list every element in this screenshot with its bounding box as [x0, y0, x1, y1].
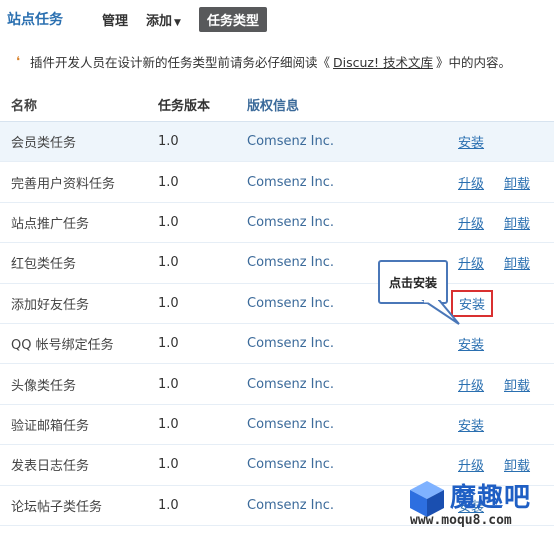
page-title: 站点任务	[7, 12, 63, 28]
table-row: 添加好友任务 1.0 Comsenz Inc. 安装	[0, 284, 554, 324]
task-copyright: Comsenz Inc.	[247, 457, 335, 473]
task-version: 1.0	[158, 376, 179, 392]
task-actions: 安装	[458, 334, 554, 353]
install-button[interactable]: 安装	[458, 415, 504, 434]
callout-text: 点击安装	[388, 275, 437, 290]
task-actions: 安装	[451, 289, 554, 317]
task-version: 1.0	[158, 336, 179, 352]
task-actions: 升级 卸载	[458, 455, 554, 474]
task-version: 1.0	[158, 416, 179, 432]
col-copyright: 版权信息	[247, 99, 300, 114]
task-name: 发表日志任务	[11, 459, 90, 475]
task-name: 论坛帖子类任务	[11, 499, 103, 515]
hint-icon: ❛	[16, 54, 20, 68]
table-row: QQ 帐号绑定任务 1.0 Comsenz Inc. 安装	[0, 324, 554, 365]
task-name: 头像类任务	[11, 378, 77, 394]
table-row: 红包类任务 1.0 Comsenz Inc. 升级 卸载	[0, 243, 554, 284]
task-version: 1.0	[158, 214, 179, 230]
task-name: 验证邮箱任务	[11, 418, 90, 434]
callout-bubble: 点击安装	[378, 260, 448, 304]
install-button[interactable]: 安装	[451, 289, 504, 317]
task-actions: 安装	[458, 415, 554, 434]
task-version: 1.0	[158, 134, 179, 150]
task-name: 会员类任务	[11, 136, 77, 152]
table-row: 会员类任务 1.0 Comsenz Inc. 安装	[0, 122, 554, 163]
task-copyright: Comsenz Inc.	[247, 376, 335, 392]
table-body: 会员类任务 1.0 Comsenz Inc. 安装 完善用户资料任务 1.0 Comsenz…	[0, 122, 554, 526]
nav-manage[interactable]: 管理	[102, 10, 128, 29]
tip-suffix: 》中的内容。	[435, 54, 511, 70]
task-version: 1.0	[158, 457, 179, 473]
task-name: 完善用户资料任务	[11, 176, 116, 192]
task-version: 1.0	[158, 255, 179, 271]
nav-add[interactable]: 添加 ▼	[146, 10, 181, 29]
upgrade-button[interactable]: 升级	[458, 213, 504, 232]
table-row: 站点推广任务 1.0 Comsenz Inc. 升级 卸载	[0, 203, 554, 244]
uninstall-button[interactable]: 卸载	[504, 253, 530, 272]
task-actions: 升级 卸载	[458, 253, 554, 272]
task-type-table: 名称 任务版本 版权信息 会员类任务 1.0 Comsenz Inc. 安装 完善用户资…	[0, 88, 554, 526]
task-version: 1.0	[158, 295, 179, 311]
task-copyright: Comsenz Inc.	[247, 174, 335, 190]
col-name: 名称	[11, 99, 38, 114]
task-name: 红包类任务	[11, 257, 77, 273]
col-version: 任务版本	[158, 99, 211, 114]
task-copyright: Comsenz Inc.	[247, 416, 335, 432]
upgrade-button[interactable]: 升级	[458, 173, 504, 192]
uninstall-button[interactable]: 卸载	[504, 173, 530, 192]
table-row: 头像类任务 1.0 Comsenz Inc. 升级 卸载	[0, 364, 554, 405]
task-copyright: Comsenz Inc.	[247, 134, 335, 150]
watermark-name: 魔趣吧	[450, 483, 532, 513]
watermark-url: www.moqu8.com	[410, 513, 512, 528]
upgrade-button[interactable]: 升级	[458, 253, 504, 272]
tip-prefix: 插件开发人员在设计新的任务类型前请务必仔细阅读《	[30, 54, 331, 70]
nav-add-label: 添加	[146, 13, 173, 29]
install-button[interactable]: 安装	[458, 132, 504, 151]
site-watermark: 魔趣吧 www.moqu8.com	[406, 475, 554, 533]
table-header: 名称 任务版本 版权信息	[0, 88, 554, 122]
task-actions: 升级 卸载	[458, 375, 554, 394]
task-actions: 安装	[458, 132, 554, 151]
task-actions: 升级 卸载	[458, 173, 554, 192]
task-name: 添加好友任务	[11, 297, 90, 313]
upgrade-button[interactable]: 升级	[458, 375, 504, 394]
task-copyright: Comsenz Inc.	[247, 336, 335, 352]
install-button[interactable]: 安装	[458, 334, 504, 353]
upgrade-button[interactable]: 升级	[458, 455, 504, 474]
table-row: 完善用户资料任务 1.0 Comsenz Inc. 升级 卸载	[0, 162, 554, 203]
table-row: 验证邮箱任务 1.0 Comsenz Inc. 安装	[0, 405, 554, 446]
task-version: 1.0	[158, 497, 179, 513]
caret-down-icon: ▼	[174, 17, 181, 28]
task-copyright: Comsenz Inc.	[247, 214, 335, 230]
uninstall-button[interactable]: 卸载	[504, 375, 530, 394]
task-name: QQ 帐号绑定任务	[11, 338, 114, 354]
task-actions: 升级 卸载	[458, 213, 554, 232]
nav-task-types[interactable]: 任务类型	[198, 6, 267, 32]
docs-link[interactable]: Discuz! 技术文库	[333, 52, 433, 71]
developer-tip: ❛ 插件开发人员在设计新的任务类型前请务必仔细阅读《 Discuz! 技术文库 …	[0, 44, 554, 78]
uninstall-button[interactable]: 卸载	[504, 455, 530, 474]
uninstall-button[interactable]: 卸载	[504, 213, 530, 232]
top-bar: 站点任务 管理 添加 ▼ 任务类型	[0, 0, 554, 38]
top-nav: 管理 添加 ▼ 任务类型	[102, 6, 267, 32]
callout-pointer	[421, 300, 460, 325]
task-name: 站点推广任务	[11, 216, 90, 232]
task-version: 1.0	[158, 174, 179, 190]
